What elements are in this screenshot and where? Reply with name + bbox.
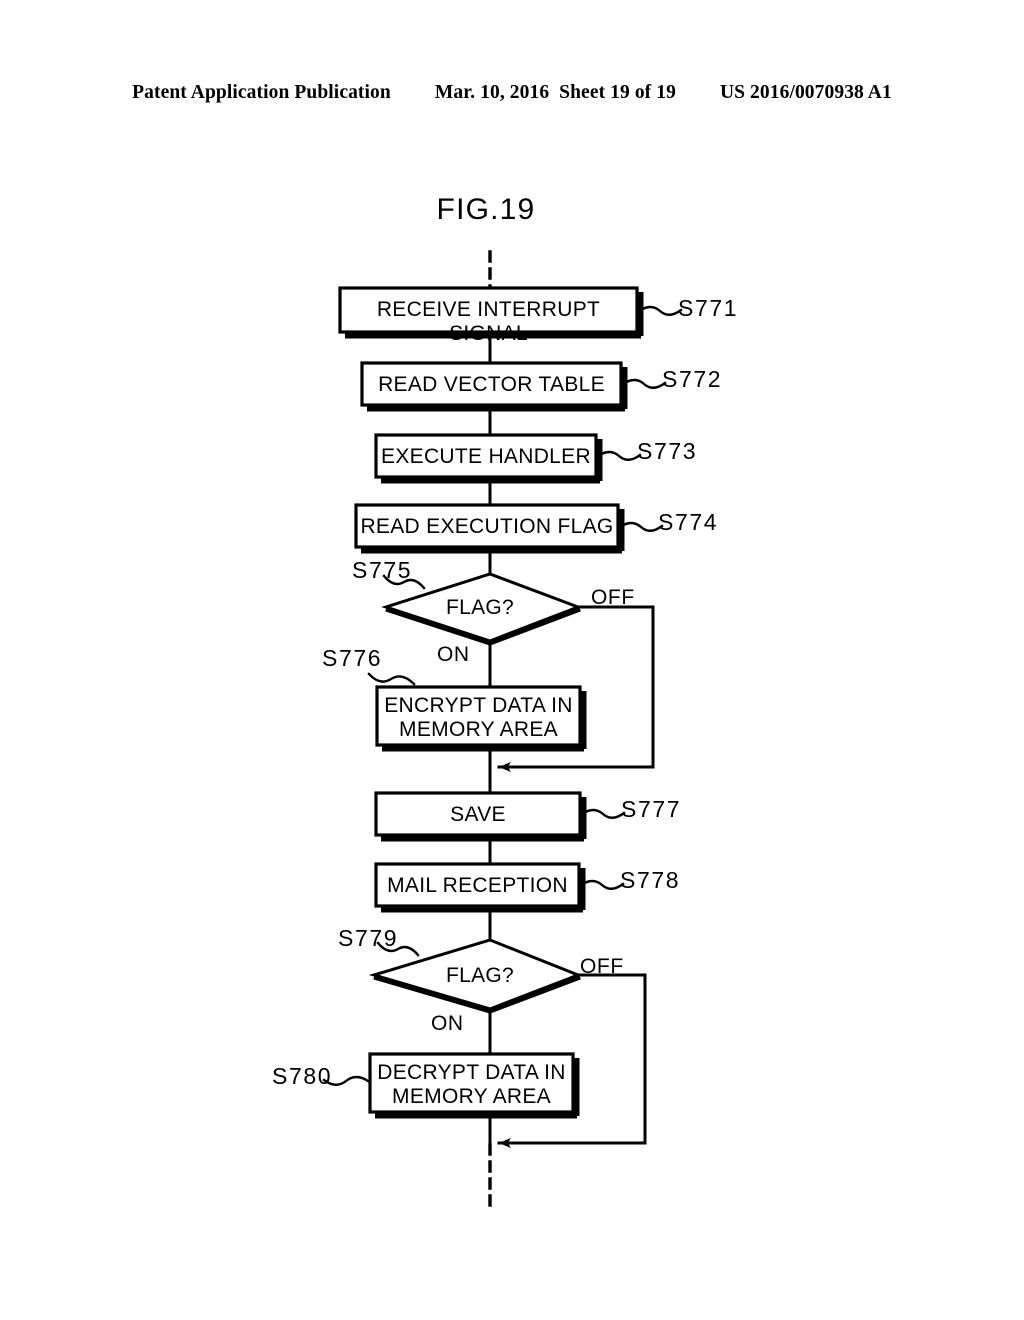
leader-s774 [618, 521, 664, 532]
step-tag-s780: S780 [272, 1063, 333, 1089]
node-s777-box [374, 791, 582, 837]
leader-s776 [367, 672, 416, 686]
node-s774-box [354, 503, 620, 549]
node-s780-box [368, 1052, 575, 1114]
leader-s773 [596, 450, 642, 461]
step-tag-s778: S778 [620, 867, 681, 893]
leader-s777 [580, 808, 626, 819]
node-s773-box [374, 433, 598, 479]
step-tag-s772: S772 [662, 366, 723, 392]
leader-s771 [637, 305, 683, 316]
node-s779-diamond [368, 938, 583, 1011]
step-tag-s775: S775 [352, 557, 413, 583]
leader-s772 [621, 378, 667, 389]
step-tag-s774: S774 [658, 509, 719, 535]
node-s778-box [374, 862, 581, 908]
node-s775-diamond [381, 572, 583, 643]
step-tag-s777: S777 [621, 796, 682, 822]
node-s772-box [360, 361, 623, 407]
branch-label-s775-on: ON [437, 643, 470, 666]
flowchart-diagram: RECEIVE INTERRUPT SIGNAL READ VECTOR TAB… [0, 0, 1024, 1320]
node-s776-box [375, 685, 582, 747]
branch-label-s779-off: OFF [580, 955, 624, 978]
node-s771-box [338, 286, 639, 334]
flowchart-vector-layer [322, 250, 683, 1207]
leader-s778 [579, 879, 625, 890]
step-tag-s779: S779 [338, 925, 399, 951]
branch-label-s775-off: OFF [591, 586, 635, 609]
branch-label-s779-on: ON [431, 1012, 464, 1035]
step-tag-s771: S771 [678, 295, 739, 321]
step-tag-s773: S773 [637, 438, 698, 464]
step-tag-s776: S776 [322, 645, 383, 671]
